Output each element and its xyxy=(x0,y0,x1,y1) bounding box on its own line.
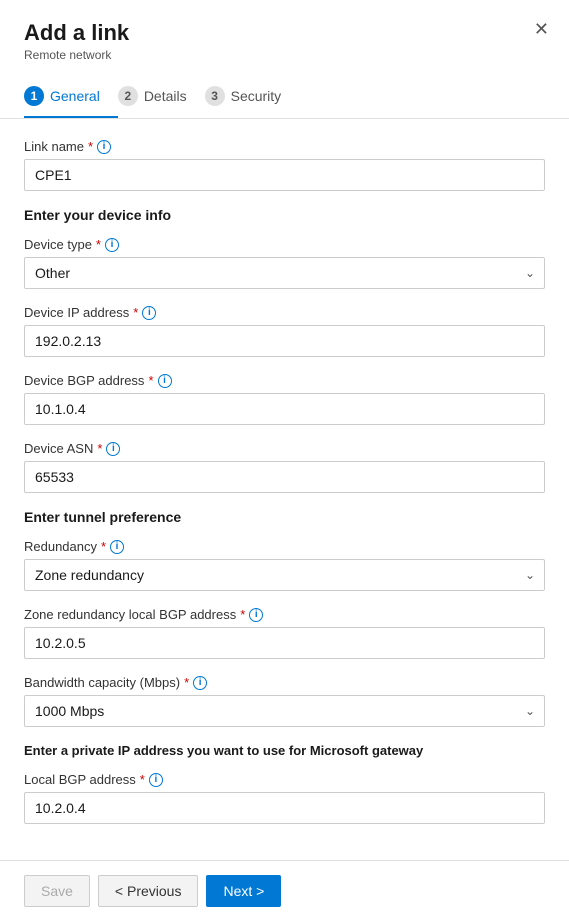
tabs-container: 1 General 2 Details 3 Security xyxy=(24,76,545,118)
required-star: * xyxy=(101,539,106,554)
tab-details-label: Details xyxy=(144,88,187,104)
tab-security-number: 3 xyxy=(205,86,225,106)
device-type-label: Device type * i xyxy=(24,237,545,252)
device-ip-input[interactable] xyxy=(24,325,545,357)
required-star: * xyxy=(240,607,245,622)
required-star: * xyxy=(96,237,101,252)
device-bgp-info-icon[interactable]: i xyxy=(158,374,172,388)
redundancy-group: Redundancy * i Zone redundancy No redund… xyxy=(24,539,545,591)
close-button[interactable]: ✕ xyxy=(530,16,553,42)
redundancy-info-icon[interactable]: i xyxy=(110,540,124,554)
bandwidth-label: Bandwidth capacity (Mbps) * i xyxy=(24,675,545,690)
local-bgp-label: Local BGP address * i xyxy=(24,772,545,787)
bandwidth-select-wrapper: 500 Mbps 1000 Mbps 2000 Mbps ⌄ xyxy=(24,695,545,727)
device-asn-group: Device ASN * i xyxy=(24,441,545,493)
link-name-input[interactable] xyxy=(24,159,545,191)
required-star: * xyxy=(148,373,153,388)
device-asn-input[interactable] xyxy=(24,461,545,493)
tab-details[interactable]: 2 Details xyxy=(118,76,205,118)
zone-bgp-group: Zone redundancy local BGP address * i xyxy=(24,607,545,659)
private-ip-heading: Enter a private IP address you want to u… xyxy=(24,743,545,758)
dialog-footer: Save < Previous Next > xyxy=(0,860,569,921)
device-type-select[interactable]: Other Cisco Juniper Palo Alto xyxy=(24,257,545,289)
device-type-group: Device type * i Other Cisco Juniper Palo… xyxy=(24,237,545,289)
tunnel-heading: Enter tunnel preference xyxy=(24,509,545,525)
device-ip-group: Device IP address * i xyxy=(24,305,545,357)
device-bgp-input[interactable] xyxy=(24,393,545,425)
required-star: * xyxy=(88,139,93,154)
tab-details-number: 2 xyxy=(118,86,138,106)
device-info-heading: Enter your device info xyxy=(24,207,545,223)
required-star: * xyxy=(184,675,189,690)
device-type-select-wrapper: Other Cisco Juniper Palo Alto ⌄ xyxy=(24,257,545,289)
required-star: * xyxy=(133,305,138,320)
device-bgp-label: Device BGP address * i xyxy=(24,373,545,388)
bandwidth-info-icon[interactable]: i xyxy=(193,676,207,690)
zone-bgp-input[interactable] xyxy=(24,627,545,659)
device-type-info-icon[interactable]: i xyxy=(105,238,119,252)
dialog-subtitle: Remote network xyxy=(24,48,545,62)
link-name-info-icon[interactable]: i xyxy=(97,140,111,154)
previous-button[interactable]: < Previous xyxy=(98,875,199,907)
save-button[interactable]: Save xyxy=(24,875,90,907)
tab-security[interactable]: 3 Security xyxy=(205,76,300,118)
dialog-body: Link name * i Enter your device info Dev… xyxy=(0,119,569,860)
tab-general-number: 1 xyxy=(24,86,44,106)
link-name-group: Link name * i xyxy=(24,139,545,191)
tab-general[interactable]: 1 General xyxy=(24,76,118,118)
required-star: * xyxy=(97,441,102,456)
device-asn-info-icon[interactable]: i xyxy=(106,442,120,456)
tab-general-label: General xyxy=(50,88,100,104)
bandwidth-select[interactable]: 500 Mbps 1000 Mbps 2000 Mbps xyxy=(24,695,545,727)
zone-bgp-label: Zone redundancy local BGP address * i xyxy=(24,607,545,622)
add-link-dialog: Add a link Remote network ✕ 1 General 2 … xyxy=(0,0,569,921)
redundancy-select[interactable]: Zone redundancy No redundancy xyxy=(24,559,545,591)
device-asn-label: Device ASN * i xyxy=(24,441,545,456)
dialog-header: Add a link Remote network ✕ 1 General 2 … xyxy=(0,0,569,119)
redundancy-label: Redundancy * i xyxy=(24,539,545,554)
tab-security-label: Security xyxy=(231,88,282,104)
zone-bgp-info-icon[interactable]: i xyxy=(249,608,263,622)
required-star: * xyxy=(140,772,145,787)
local-bgp-info-icon[interactable]: i xyxy=(149,773,163,787)
redundancy-select-wrapper: Zone redundancy No redundancy ⌄ xyxy=(24,559,545,591)
local-bgp-group: Local BGP address * i xyxy=(24,772,545,824)
next-button[interactable]: Next > xyxy=(206,875,281,907)
device-ip-info-icon[interactable]: i xyxy=(142,306,156,320)
bandwidth-group: Bandwidth capacity (Mbps) * i 500 Mbps 1… xyxy=(24,675,545,727)
device-ip-label: Device IP address * i xyxy=(24,305,545,320)
device-bgp-group: Device BGP address * i xyxy=(24,373,545,425)
link-name-label: Link name * i xyxy=(24,139,545,154)
dialog-title: Add a link xyxy=(24,20,545,46)
local-bgp-input[interactable] xyxy=(24,792,545,824)
